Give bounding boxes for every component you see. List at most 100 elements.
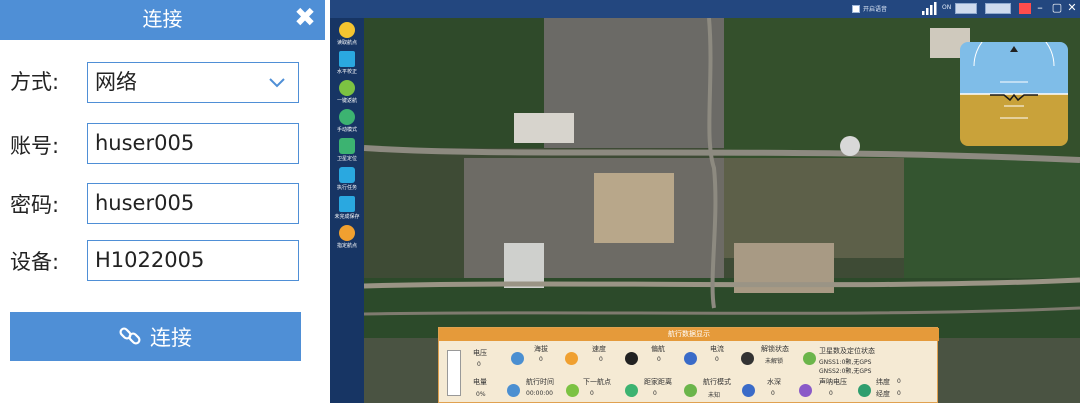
signal-label: ON [942,4,952,11]
gnss2-value: GNSS2:0颗,无GPS [819,368,872,375]
account-label: 账号: [10,134,60,158]
altitude-label: 海拔 [534,345,548,353]
task-icon [339,167,355,183]
nav-mode-label: 航行模式 [703,378,731,386]
sidebar-item-level[interactable]: 水平校正 [330,51,364,77]
sidebar-item-return[interactable]: 一键返航 [330,80,364,106]
current-icon [684,352,697,365]
longitude-label: 经度 [876,390,890,398]
sidebar-item-label: 水平校正 [336,69,357,75]
link-icon [119,327,141,345]
signal-icon [922,2,937,15]
top-bar: 开启语音 ON – ▢ ✕ [330,0,1080,18]
heading-label: 偏航 [651,345,665,353]
depth-icon [742,384,755,397]
link-status-icon [1019,3,1031,14]
connect-dialog: 连接 ✖ 方式: 网络 账号: huser005 密码: huser005 设备… [0,0,325,403]
sidebar-item-label: 执行任务 [336,185,357,191]
level-icon [339,51,355,67]
sidebar-item-save[interactable]: 未完成保存 [330,196,364,222]
tool-sidebar: 读取航点 水平校正 一键返航 手动模式 卫星定位 执行任务 未完成保存 指定航点 [330,18,364,403]
window-close-icon[interactable]: ✕ [1065,1,1079,15]
nav-mode-value: 未知 [708,392,721,399]
save-icon [339,196,355,212]
voice-checkbox[interactable] [852,5,860,13]
location-icon [339,138,355,154]
gnss1-value: GNSS1:0颗,无GPS [819,359,872,366]
screen: 连接 ✖ 方式: 网络 账号: huser005 密码: huser005 设备… [0,0,1080,403]
current-label: 电流 [710,345,724,353]
globe-icon [858,384,871,397]
connect-button-label: 连接 [150,326,192,350]
current-value: 0 [715,356,719,363]
dialog-title: 连接 [142,7,183,31]
heading-icon [625,352,638,365]
chevron-down-icon [269,78,285,88]
depth-label: 水深 [767,378,781,386]
account-input[interactable]: huser005 [87,123,299,164]
lock-icon [741,352,754,365]
home-distance-label: 距家距离 [644,378,672,386]
status-box-2 [985,3,1011,14]
connect-button[interactable]: 连接 [10,312,301,361]
status-box-1 [955,3,977,14]
unlock-label: 解锁状态 [761,345,789,353]
sidebar-item-gps[interactable]: 卫星定位 [330,138,364,164]
speed-icon [565,352,578,365]
telemetry-panel: 航行数据显示 电压 0 电量 0% 海拔 0 速度 0 偏航 0 电流 0 解锁… [438,327,939,403]
password-label: 密码: [10,193,60,217]
next-point-label: 下一航点 [583,378,611,386]
depth-value: 0 [771,390,775,397]
mode-select[interactable]: 网络 [87,62,299,103]
attitude-indicator [960,42,1068,146]
password-input[interactable]: huser005 [87,183,299,224]
satellite-label: 卫星数及定位状态 [819,347,875,355]
voice-checkbox-label: 开启语音 [863,6,888,13]
nav-time-label: 航行时间 [526,378,554,386]
ground-station-app: 开启语音 ON – ▢ ✕ 读取航点 水平校正 一键返航 手动模式 卫星定位 执… [330,0,1080,403]
sidebar-item-read-waypoints[interactable]: 读取航点 [330,22,364,48]
capacity-label: 电量 [473,378,487,386]
mode-label: 方式: [10,70,60,94]
unlock-value: 未解锁 [765,358,784,365]
sidebar-item-label: 卫星定位 [336,156,357,162]
device-label: 设备: [10,250,60,274]
close-icon[interactable]: ✖ [291,4,319,32]
altitude-icon [511,352,524,365]
minimize-icon[interactable]: – [1033,1,1047,15]
capacity-value: 0% [476,391,486,398]
device-input[interactable]: H1022005 [87,240,299,281]
search-icon [339,22,355,38]
mode-select-value: 网络 [95,70,137,94]
mode-icon [684,384,697,397]
telemetry-title: 航行数据显示 [439,328,939,341]
next-point-value: 0 [590,390,594,397]
battery-gauge [447,350,461,396]
maximize-icon[interactable]: ▢ [1050,1,1064,15]
dialog-header: 连接 ✖ [0,0,325,40]
sidebar-item-waypoint[interactable]: 指定航点 [330,225,364,251]
home-distance-icon [625,384,638,397]
latitude-value: 0 [897,378,901,385]
sidebar-item-execute[interactable]: 执行任务 [330,167,364,193]
clock-icon [507,384,520,397]
sidebar-item-label: 手动模式 [336,127,357,133]
sidebar-item-label: 读取航点 [336,40,357,46]
sonar-voltage-label: 声呐电压 [819,378,847,386]
heading-value: 0 [657,356,661,363]
sonar-icon [799,384,812,397]
waypoint-icon [339,225,355,241]
sidebar-item-label: 一键返航 [336,98,357,104]
satellite-icon [803,352,816,365]
home-distance-value: 0 [653,390,657,397]
sidebar-item-label: 未完成保存 [334,214,360,220]
speed-label: 速度 [592,345,606,353]
sidebar-item-manual[interactable]: 手动模式 [330,109,364,135]
voltage-label: 电压 [473,349,487,357]
sidebar-item-label: 指定航点 [336,243,357,249]
altitude-value: 0 [539,356,543,363]
nav-time-value: 00:00:00 [526,390,553,397]
next-point-icon [566,384,579,397]
latitude-label: 纬度 [876,378,890,386]
voltage-value: 0 [477,361,481,368]
